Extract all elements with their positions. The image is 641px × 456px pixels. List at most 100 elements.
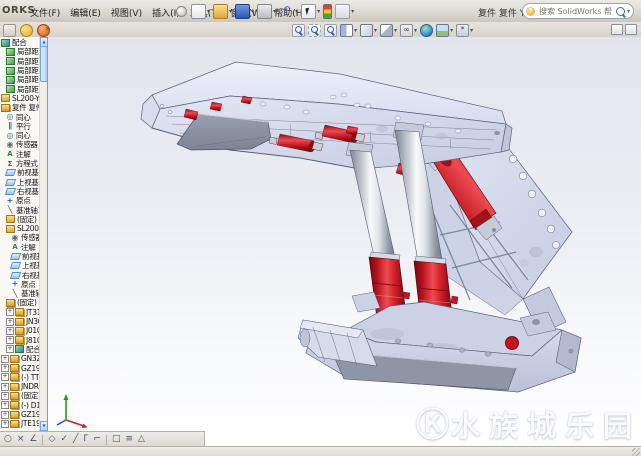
tree-item-37[interactable]: +JNDR(9 [0, 382, 40, 391]
sketch-polygon-button[interactable]: ◇ [48, 433, 55, 446]
expand-icon[interactable]: + [1, 373, 9, 381]
tree-item-16[interactable]: 右视基准面 [0, 187, 40, 196]
expand-icon[interactable]: + [6, 308, 14, 316]
previous-view-button[interactable] [323, 23, 338, 38]
expand-icon[interactable]: + [1, 420, 9, 428]
open-document-button[interactable]: ▾ [212, 3, 233, 20]
expand-icon[interactable]: + [6, 336, 14, 344]
sketch-offset-button[interactable]: ⌐ [93, 433, 101, 446]
tree-scrollbar[interactable]: ▲ ▼ [39, 37, 47, 431]
tree-item-0[interactable]: 配合 [0, 38, 40, 47]
tree-item-38[interactable]: +(固定) [0, 391, 40, 400]
tree-item-33[interactable]: +配合 [0, 345, 40, 354]
favorites-button[interactable] [19, 23, 34, 38]
expand-icon[interactable]: + [6, 318, 14, 326]
sketch-circle-button[interactable]: ○ [4, 433, 12, 446]
tree-item-30[interactable]: +JN30 [0, 317, 40, 326]
toolbar-options-button[interactable] [2, 23, 17, 38]
tree-item-26[interactable]: +原点 [0, 280, 40, 289]
search-input[interactable] [537, 6, 614, 17]
display-style-button[interactable]: ▾ [379, 23, 398, 38]
tree-item-21[interactable]: ◉传感器 [0, 233, 40, 242]
section-view-dropdown-icon[interactable]: ▾ [354, 27, 357, 34]
pin-menu-icon[interactable] [176, 6, 187, 17]
tree-item-6[interactable]: SL200-Y033-2 [0, 94, 40, 103]
expand-icon[interactable]: + [1, 411, 9, 419]
tree-item-24[interactable]: 上视基准面 [0, 261, 40, 270]
print-document-button[interactable]: ▾ [256, 3, 277, 20]
edit-appearance-button[interactable] [419, 23, 434, 38]
tree-item-14[interactable]: 前视基准面 [0, 168, 40, 177]
tree-item-22[interactable]: A注解 [0, 243, 40, 252]
tree-item-1[interactable]: 局部距离配 [0, 47, 40, 56]
undo-dropdown-icon[interactable]: ▾ [295, 8, 298, 15]
view-orientation-button[interactable]: ▾ [359, 23, 378, 38]
expand-icon[interactable]: + [1, 401, 9, 409]
sketch-angle-button[interactable]: ∠ [29, 433, 37, 446]
sketch-check-button[interactable]: ✓ [60, 433, 68, 446]
expand-icon[interactable]: + [6, 345, 14, 353]
search-dropdown-icon[interactable]: ▾ [627, 8, 630, 15]
tree-item-2[interactable]: 局部距离配 [0, 57, 40, 66]
sketch-corner-button[interactable]: Γ [83, 433, 88, 446]
scroll-down-icon[interactable]: ▼ [40, 421, 48, 431]
tree-item-28[interactable]: (固定) [0, 298, 40, 307]
tree-item-25[interactable]: 右视基准面 [0, 270, 40, 279]
hide-show-items-button[interactable]: ∞▾ [399, 23, 418, 38]
sketch-trim-button[interactable]: × [17, 433, 25, 446]
toolbar-overflow-button[interactable]: » [45, 24, 51, 34]
doc-restore-icon[interactable] [611, 24, 623, 35]
file-properties-dropdown-icon[interactable]: ▾ [351, 8, 354, 15]
tree-item-23[interactable]: 前视基准面 [0, 252, 40, 261]
search-icon[interactable] [616, 7, 625, 16]
print-document-dropdown-icon[interactable]: ▾ [273, 8, 276, 15]
tree-item-32[interactable]: +J810 [0, 336, 40, 345]
assembly-model[interactable] [47, 37, 641, 446]
resize-grip[interactable] [632, 448, 640, 456]
scroll-thumb[interactable] [40, 46, 48, 82]
display-style-dropdown-icon[interactable]: ▾ [394, 27, 397, 34]
view-settings-button[interactable]: *▾ [455, 23, 474, 38]
tree-item-39[interactable]: +(-) D1 [0, 401, 40, 410]
menu-item-2[interactable]: 视图(V) [107, 5, 146, 20]
view-orientation-dropdown-icon[interactable]: ▾ [374, 27, 377, 34]
expand-icon[interactable]: + [6, 327, 14, 335]
file-properties-button[interactable]: ▾ [334, 3, 355, 20]
tree-item-9[interactable]: ∥平行 [0, 122, 40, 131]
tree-item-17[interactable]: +原点 [0, 196, 40, 205]
select-button[interactable]: ▾ [300, 3, 321, 20]
sketch-line-button[interactable]: ╱ [73, 433, 78, 446]
apply-scene-dropdown-icon[interactable]: ▾ [450, 27, 453, 34]
select-dropdown-icon[interactable]: ▾ [317, 8, 320, 15]
sketch-triangle-button[interactable]: △ [138, 433, 145, 446]
sketch-rectangle-button[interactable]: □ [112, 433, 121, 446]
apply-scene-button[interactable]: ▾ [435, 23, 454, 38]
tree-item-41[interactable]: +JTE19E [0, 419, 40, 428]
save-document-button[interactable]: ▾ [234, 3, 255, 20]
tree-item-10[interactable]: ◎同心 [0, 131, 40, 140]
graphics-area[interactable]: Ⓚ水族城乐园 [47, 37, 641, 446]
rebuild-button[interactable] [322, 3, 333, 20]
new-document-button[interactable]: ▾ [190, 3, 211, 20]
tree-item-29[interactable]: +JT31 [0, 308, 40, 317]
zoom-to-area-button[interactable] [307, 23, 322, 38]
save-document-dropdown-icon[interactable]: ▾ [251, 8, 254, 15]
tree-item-35[interactable]: +GZ19(A [0, 363, 40, 372]
tree-item-7[interactable]: 复件 复件 [0, 103, 40, 112]
menu-item-0[interactable]: 文件(F) [26, 5, 64, 20]
tree-item-13[interactable]: Σ方程式 -> [0, 159, 40, 168]
tree-item-4[interactable]: 局部距离配 [0, 75, 40, 84]
section-view-button[interactable]: ▾ [339, 23, 358, 38]
tree-item-3[interactable]: 局部距离配 [0, 66, 40, 75]
expand-icon[interactable]: + [1, 383, 9, 391]
undo-button[interactable]: ↶▾ [278, 3, 299, 20]
tree-item-36[interactable]: +(-) TT1 [0, 373, 40, 382]
tree-item-12[interactable]: A注解 [0, 150, 40, 159]
tree-item-31[interactable]: +J010 [0, 326, 40, 335]
menu-item-1[interactable]: 编辑(E) [66, 5, 105, 20]
view-settings-dropdown-icon[interactable]: ▾ [470, 27, 473, 34]
tree-item-5[interactable]: 局部距离配 [0, 84, 40, 93]
hide-show-items-dropdown-icon[interactable]: ▾ [414, 27, 417, 34]
expand-icon[interactable]: + [1, 392, 9, 400]
tree-item-8[interactable]: ◎同心 [0, 112, 40, 121]
